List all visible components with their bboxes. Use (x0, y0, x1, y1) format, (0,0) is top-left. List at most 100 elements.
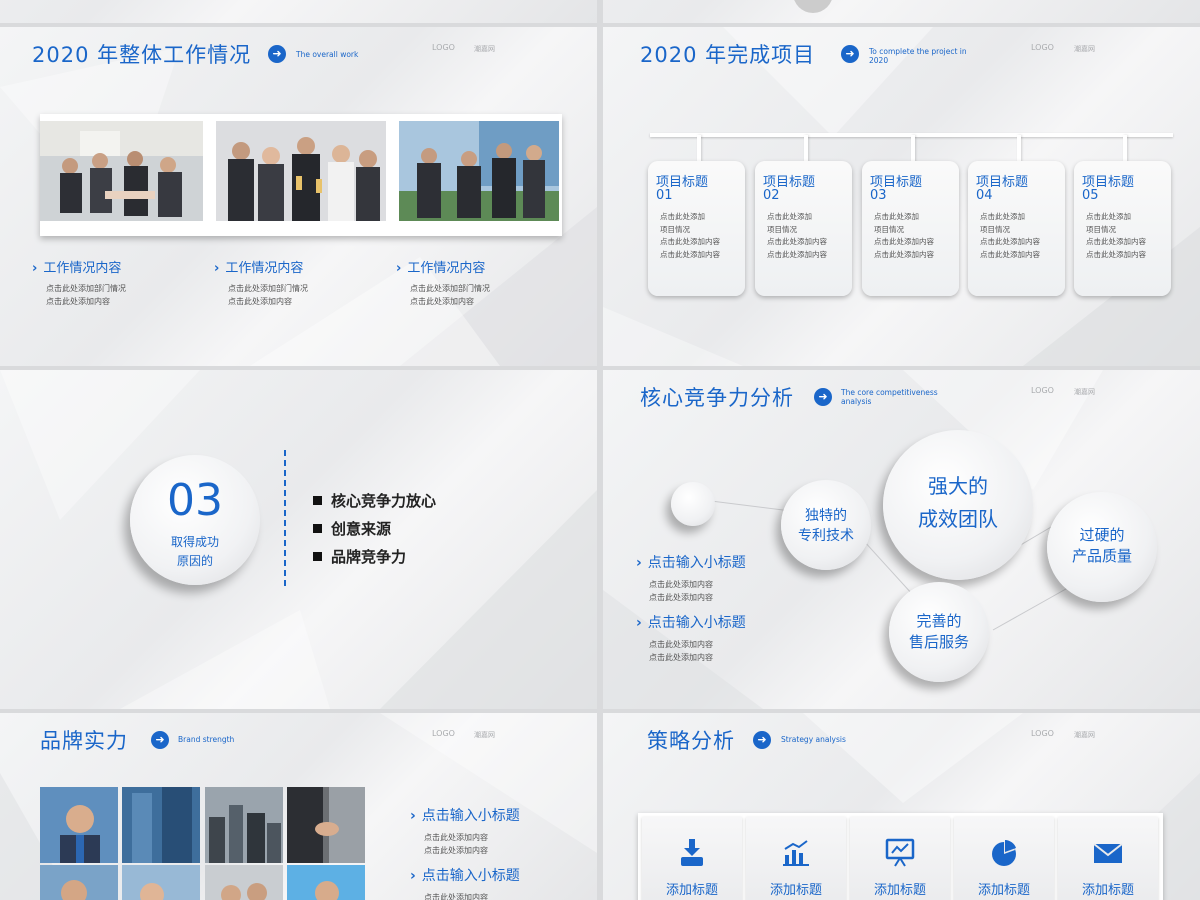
work-item-text-3: 点击此处添加部门情况 点击此处添加内容 (410, 284, 490, 306)
connector-drop (911, 135, 915, 163)
project-card-5[interactable]: 项目标题 05 点击此处添加 项目情况 点击此处添加内容 点击此处添加内容 (1074, 161, 1171, 296)
slide-title: 策略分析 (647, 729, 735, 753)
strategy-card-3[interactable]: 添加标题 (850, 817, 950, 900)
slide-projects-completed[interactable]: 2020 年完成项目 ➜ To complete the project in 2… (603, 27, 1200, 366)
strategy-card-4[interactable]: 添加标题 (954, 817, 1054, 900)
project-number: 03 (870, 188, 887, 203)
arrow-right-icon: ➜ (151, 731, 169, 749)
bullet-item-2: 创意来源 (313, 518, 391, 539)
subtitle-en: Strategy analysis (781, 735, 846, 744)
slide-title: 品牌实力 (40, 729, 128, 753)
subtopic-heading-1[interactable]: › 点击输入小标题 (636, 552, 746, 572)
bar-chart-icon (783, 840, 809, 866)
project-text: 点击此处添加 项目情况 点击此处添加内容 点击此处添加内容 (767, 212, 827, 259)
section-number: 03 (167, 475, 223, 526)
slide-section-03[interactable]: 03 取得成功 原因的 核心竞争力放心 创意来源 品牌竞争力 (0, 370, 597, 709)
connector-drop (1017, 135, 1021, 163)
handshake-photo (287, 787, 365, 863)
subtitle-en: To complete the project in 2020 (869, 47, 967, 65)
logo-text: LOGO (1031, 43, 1054, 52)
project-text: 点击此处添加 项目情况 点击此处添加内容 点击此处添加内容 (874, 212, 934, 259)
subtopic-heading-2[interactable]: › 点击输入小标题 (410, 865, 520, 885)
project-number: 05 (1082, 188, 1099, 203)
business-partner-photo (287, 865, 365, 900)
strategy-card-2[interactable]: 添加标题 (746, 817, 846, 900)
service-bubble[interactable]: 完善的 售后服务 (889, 582, 989, 682)
brand-text: 潮嘉网 (1074, 388, 1095, 396)
slide-title: 核心竞争力分析 (640, 386, 794, 410)
bullet-item-3: 品牌竞争力 (313, 546, 406, 567)
project-text: 点击此处添加 项目情况 点击此处添加内容 点击此处添加内容 (980, 212, 1040, 259)
subtopic-text-1: 点击此处添加内容 点击此处添加内容 (649, 580, 713, 602)
slide-previous-right (603, 0, 1200, 23)
slide-brand-strength[interactable]: 品牌实力 ➜ Brand strength LOGO 潮嘉网 › 点击输入小标题 … (0, 713, 597, 900)
strategy-card-1[interactable]: 添加标题 (642, 817, 742, 900)
pie-chart-icon (992, 840, 1016, 866)
subtopic-text-1: 点击此处添加内容 点击此处添加内容 (424, 833, 488, 855)
quality-bubble[interactable]: 过硬的 产品质量 (1047, 492, 1157, 602)
slide-previous-left (0, 0, 597, 23)
project-card-2[interactable]: 项目标题 02 点击此处添加 项目情况 点击此处添加内容 点击此处添加内容 (755, 161, 852, 296)
business-handshake-photo (399, 121, 559, 221)
section-number-circle: 03 取得成功 原因的 (130, 455, 260, 585)
bullet-item-1: 核心竞争力放心 (313, 490, 436, 511)
strategy-cards-container: 添加标题 添加标题 添加标题 添加标题 添加标题 (638, 813, 1163, 900)
logo-text: LOGO (1031, 386, 1054, 395)
subtopic-heading-1[interactable]: › 点击输入小标题 (410, 805, 520, 825)
brand-text: 潮嘉网 (1074, 731, 1095, 739)
brand-text: 潮嘉网 (474, 45, 495, 53)
subtitle-en: Brand strength (178, 735, 235, 744)
strategy-card-label: 添加标题 (665, 883, 718, 898)
project-card-3[interactable]: 项目标题 03 点击此处添加 项目情况 点击此处添加内容 点击此处添加内容 (862, 161, 959, 296)
woman-photo (122, 865, 200, 900)
download-box-icon (681, 839, 703, 866)
logo-text: LOGO (432, 43, 455, 52)
project-text: 点击此处添加 项目情况 点击此处添加内容 点击此处添加内容 (660, 212, 720, 259)
subtopic-heading-2[interactable]: › 点击输入小标题 (636, 612, 746, 632)
section-subtitle-line2: 原因的 (176, 554, 213, 568)
slide-title: 2020 年整体工作情况 (32, 43, 252, 67)
project-number: 01 (656, 188, 673, 203)
subtitle-en: The overall work (296, 50, 359, 59)
connector-drop (804, 135, 808, 163)
slide-overall-work[interactable]: 2020 年整体工作情况 ➜ The overall work LOGO 潮嘉网 (0, 27, 597, 366)
work-item-heading-2[interactable]: › 工作情况内容 (214, 257, 303, 276)
team-meeting-photo (40, 121, 203, 221)
arrow-right-icon: ➜ (268, 45, 286, 63)
team-bubble[interactable]: 强大的 成效团队 (883, 430, 1033, 580)
connector-drop (1123, 135, 1127, 163)
strategy-card-label: 添加标题 (1081, 883, 1134, 898)
small-decor-bubble (671, 482, 715, 526)
office-building-photo (122, 787, 200, 863)
smiling-man-photo (40, 865, 118, 900)
presentation-board-icon (885, 838, 915, 867)
subtopic-text-2: 点击此处添加内容 (424, 893, 488, 900)
strategy-card-5[interactable]: 添加标题 (1058, 817, 1158, 900)
background-polygons (0, 370, 597, 709)
connector-drop (697, 135, 701, 163)
project-card-4[interactable]: 项目标题 04 点击此处添加 项目情况 点击此处添加内容 点击此处添加内容 (968, 161, 1065, 296)
city-skyline-photo (205, 787, 283, 863)
work-item-heading-1[interactable]: › 工作情况内容 (32, 257, 121, 276)
businessman-photo (40, 787, 118, 863)
section-subtitle-line1: 取得成功 (170, 535, 219, 549)
slide-strategy-analysis[interactable]: 策略分析 ➜ Strategy analysis LOGO 潮嘉网 添加标题 添… (603, 713, 1200, 900)
logo-text: LOGO (432, 729, 455, 738)
team-toast-photo (216, 121, 386, 221)
brand-text: 潮嘉网 (474, 731, 495, 739)
work-item-text-1: 点击此处添加部门情况 点击此处添加内容 (46, 284, 126, 306)
slide-core-competitiveness[interactable]: 核心竞争力分析 ➜ The core competitiveness analys… (603, 370, 1200, 709)
dashed-divider (284, 450, 286, 586)
subtopic-text-2: 点击此处添加内容 点击此处添加内容 (649, 640, 713, 662)
project-number: 02 (763, 188, 780, 203)
team-photo (205, 865, 283, 900)
subtitle-en: The core competitiveness analysis (841, 388, 938, 406)
logo-text: LOGO (1031, 729, 1054, 738)
work-item-text-2: 点击此处添加部门情况 点击此处添加内容 (228, 284, 308, 306)
strategy-card-label: 添加标题 (977, 883, 1030, 898)
envelope-icon (1093, 843, 1123, 863)
strategy-card-label: 添加标题 (873, 883, 926, 898)
work-item-heading-3[interactable]: › 工作情况内容 (396, 257, 485, 276)
project-card-1[interactable]: 项目标题 01 点击此处添加 项目情况 点击此处添加内容 点击此处添加内容 (648, 161, 745, 296)
patent-bubble[interactable]: 独特的 专利技术 (781, 480, 871, 570)
